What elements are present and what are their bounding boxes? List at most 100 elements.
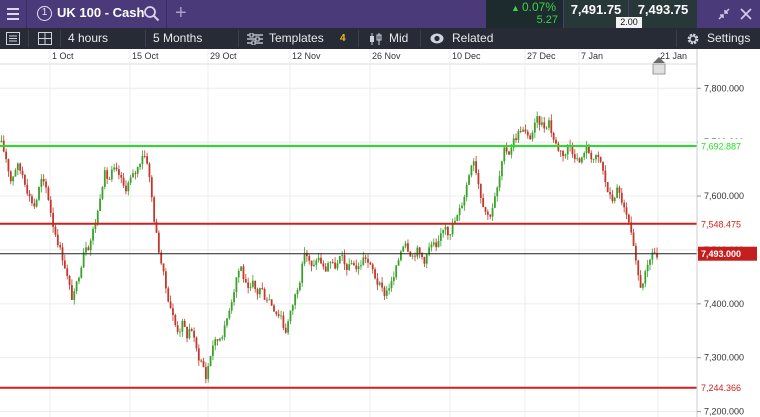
divider <box>26 0 27 28</box>
minimize-window-icon[interactable] <box>717 7 731 21</box>
candle-body <box>134 173 137 175</box>
candle-body <box>254 280 257 290</box>
candle-body <box>73 291 76 300</box>
candle-body <box>94 224 97 230</box>
candle-body <box>237 270 240 278</box>
candle-body <box>108 178 111 180</box>
candle-body <box>193 330 195 338</box>
x-tick-label: 26 Nov <box>372 51 401 61</box>
gear-icon[interactable] <box>686 32 700 46</box>
candle-body <box>263 289 266 300</box>
interval-selector[interactable]: 4 hours <box>68 28 108 49</box>
candle-body <box>56 234 59 246</box>
candle-body <box>266 299 268 301</box>
candle-body <box>588 146 590 153</box>
candle-body <box>233 292 235 303</box>
candle-body <box>411 255 414 257</box>
candle-body <box>402 246 405 252</box>
scroll-handle[interactable] <box>652 63 666 75</box>
candle-body <box>214 339 217 346</box>
divider <box>60 30 61 47</box>
candle-body <box>115 167 118 170</box>
price-chart[interactable]: 1 Oct 15 Oct 29 Oct 12 Nov 26 Nov 10 Dec 27 De… <box>0 49 760 417</box>
candle-body <box>268 299 271 301</box>
candle-body <box>308 256 311 261</box>
settings-button[interactable]: Settings <box>707 28 750 49</box>
candle-body <box>432 242 435 245</box>
candle-body <box>40 178 43 187</box>
change-points: 5.27 <box>536 14 558 26</box>
range-selector[interactable]: 5 Months <box>153 28 202 49</box>
templates-icon[interactable] <box>247 33 263 45</box>
candle-body <box>519 131 522 132</box>
up-arrow-icon: ▲ <box>511 3 520 13</box>
candle-body <box>559 150 562 152</box>
candle-body <box>555 139 557 144</box>
add-instrument-icon[interactable]: + <box>175 3 191 23</box>
y-tick-label: 7,200.000 <box>704 407 744 417</box>
eye-icon[interactable] <box>430 32 444 45</box>
candle-body <box>468 175 470 185</box>
candle-body <box>613 197 616 202</box>
candle-body <box>282 315 285 328</box>
price-type-selector[interactable]: Mid <box>389 28 408 49</box>
candle-body <box>343 255 346 265</box>
instrument-name[interactable]: UK 100 - Cash <box>57 5 144 21</box>
candle-body <box>590 152 593 160</box>
hamburger-menu-icon[interactable] <box>0 0 26 28</box>
candle-body <box>82 252 85 268</box>
candle-body <box>228 310 231 319</box>
candle-body <box>31 196 33 204</box>
candle-body <box>26 184 29 194</box>
candle-body <box>360 265 362 267</box>
templates-button[interactable]: Templates <box>269 28 324 49</box>
candle-body <box>449 234 452 236</box>
candle-body <box>439 233 442 241</box>
candle-body <box>75 281 78 292</box>
candle-body <box>510 147 513 155</box>
close-icon[interactable] <box>739 7 753 21</box>
candle-body <box>221 337 224 339</box>
candle-body <box>385 290 388 296</box>
candle-body <box>479 183 482 199</box>
candle-body <box>68 275 71 286</box>
candle-body <box>52 212 54 227</box>
candle-body <box>242 266 245 279</box>
divider <box>28 30 29 47</box>
divider <box>145 30 146 47</box>
candle-body <box>146 156 148 164</box>
candle-body <box>642 283 644 288</box>
candle-body <box>465 184 468 198</box>
candle-body <box>244 278 247 283</box>
search-icon[interactable] <box>143 5 160 22</box>
candle-body <box>573 154 576 160</box>
candle-body <box>294 294 297 306</box>
candle-body <box>162 263 165 272</box>
candle-body <box>637 260 640 276</box>
layout-grid-icon[interactable] <box>38 32 52 45</box>
candle-body <box>526 131 529 136</box>
chart-list-icon[interactable] <box>6 32 20 45</box>
candle-body <box>533 122 536 133</box>
candle-body <box>129 177 132 183</box>
price-change-box: ▲ 0.07% 5.27 <box>486 0 563 28</box>
candle-body <box>454 220 456 223</box>
x-tick-label: 21 Jan <box>660 51 687 61</box>
candle-body <box>63 260 66 269</box>
candle-body <box>183 320 186 327</box>
candle-body <box>430 244 433 248</box>
y-tick-label: 7,400.000 <box>704 299 744 309</box>
candle-body <box>632 232 635 246</box>
candle-body <box>463 197 466 206</box>
divider <box>358 30 359 47</box>
candle-body <box>14 170 17 177</box>
candle-body <box>348 264 351 270</box>
candle-body <box>404 243 407 247</box>
divider <box>420 30 421 47</box>
price-type-icon[interactable] <box>369 33 383 45</box>
candle-body <box>143 156 146 157</box>
vertical-gridlines <box>0 49 697 417</box>
related-button[interactable]: Related <box>452 28 493 49</box>
candle-body <box>472 161 475 166</box>
candle-body <box>564 154 567 157</box>
